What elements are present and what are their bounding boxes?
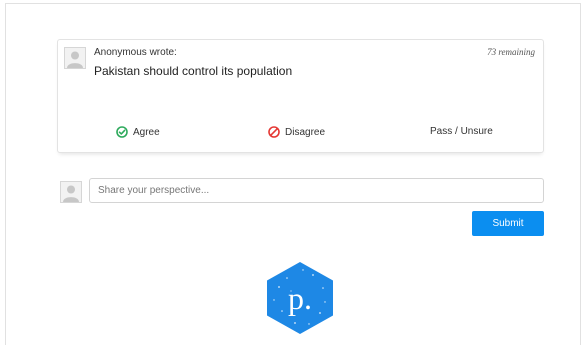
user-silhouette-icon xyxy=(67,51,83,68)
submit-button[interactable]: Submit xyxy=(472,211,544,236)
perspective-input[interactable] xyxy=(89,178,544,203)
pass-label: Pass / Unsure xyxy=(430,126,493,137)
agree-button[interactable]: Agree xyxy=(116,126,160,138)
disagree-label: Disagree xyxy=(285,126,326,138)
ban-icon xyxy=(268,126,280,138)
remaining-count: 73 remaining xyxy=(487,47,535,57)
author-label: Anonymous wrote: xyxy=(94,47,177,58)
polis-logo: p. xyxy=(267,262,333,334)
agree-label: Agree xyxy=(133,126,160,138)
user-silhouette-icon xyxy=(63,185,79,202)
disagree-button[interactable]: Disagree xyxy=(268,126,325,138)
composer-avatar xyxy=(60,181,82,203)
author-avatar xyxy=(64,47,86,69)
check-circle-icon xyxy=(116,126,128,138)
pass-button[interactable]: Pass / Unsure xyxy=(430,126,493,137)
comment-text: Pakistan should control its population xyxy=(94,64,293,78)
comment-card: Anonymous wrote: 73 remaining Pakistan s… xyxy=(57,39,544,153)
logo-letter: p. xyxy=(288,280,312,316)
